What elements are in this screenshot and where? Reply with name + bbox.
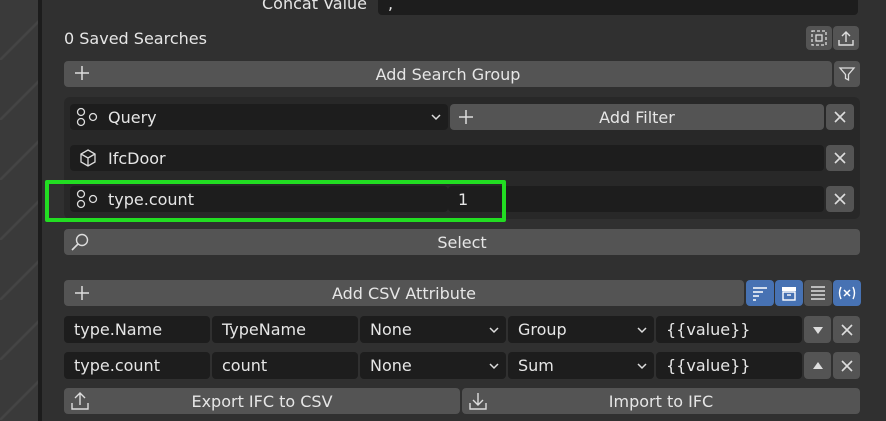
csv-sort-value: None xyxy=(370,356,412,375)
query-mode-label: Query xyxy=(108,107,157,127)
csv-attribute-input[interactable]: type.count xyxy=(64,352,210,379)
csv-format-value: {{value}} xyxy=(666,356,751,375)
csv-attribute-input[interactable]: type.Name xyxy=(64,316,210,343)
sidebar-panel: Concat Value , 0 Saved Searches Add Sear… xyxy=(42,0,886,421)
cube-icon xyxy=(78,148,98,168)
select-button[interactable]: Select xyxy=(64,229,860,255)
query-mode-dropdown[interactable]: Query xyxy=(70,104,448,130)
import-to-ifc-button[interactable]: Import to IFC xyxy=(462,388,860,414)
add-csv-attribute-button[interactable]: Add CSV Attribute xyxy=(64,280,744,306)
load-search-button[interactable] xyxy=(806,26,832,50)
csv-sort-dropdown[interactable]: None xyxy=(360,316,506,343)
chevron-down-icon xyxy=(636,324,648,336)
concat-value-label: Concat Value xyxy=(262,0,367,13)
csv-header-value: TypeName xyxy=(222,320,306,339)
export-icon xyxy=(70,391,90,411)
triangle-up-icon xyxy=(811,359,825,373)
move-up-button[interactable] xyxy=(804,352,831,379)
move-down-button[interactable] xyxy=(804,316,831,343)
chevron-down-icon xyxy=(430,111,442,123)
variable-x-icon xyxy=(836,283,858,303)
funnel-icon xyxy=(838,65,856,83)
sort-toggle[interactable] xyxy=(746,280,774,306)
close-icon xyxy=(833,151,847,165)
plus-icon xyxy=(74,65,90,81)
add-filter-label: Add Filter xyxy=(599,107,675,127)
csv-header-value: count xyxy=(222,356,268,375)
magnifier-icon xyxy=(70,232,90,252)
nodes-icon xyxy=(76,107,100,127)
summary-toggle[interactable] xyxy=(804,280,832,306)
remove-csv-attribute-button[interactable] xyxy=(833,352,860,379)
close-icon xyxy=(840,323,854,337)
csv-format-value: {{value}} xyxy=(666,320,751,339)
chevron-down-icon xyxy=(488,360,500,372)
csv-aggregate-value: Sum xyxy=(518,356,554,375)
csv-sort-dropdown[interactable]: None xyxy=(360,352,506,379)
concat-value-input[interactable]: , xyxy=(378,0,858,15)
csv-header-input[interactable]: count xyxy=(212,352,358,379)
remove-csv-attribute-button[interactable] xyxy=(833,316,860,343)
csv-aggregate-dropdown[interactable]: Sum xyxy=(508,352,654,379)
csv-aggregate-value: Group xyxy=(518,320,567,339)
import-label: Import to IFC xyxy=(608,391,714,411)
chevron-down-icon xyxy=(488,324,500,336)
close-icon xyxy=(840,359,854,373)
triangle-down-icon xyxy=(811,323,825,337)
export-label: Export IFC to CSV xyxy=(191,391,333,411)
csv-format-input[interactable]: {{value}} xyxy=(656,352,802,379)
csv-aggregate-dropdown[interactable]: Group xyxy=(508,316,654,343)
csv-format-input[interactable]: {{value}} xyxy=(656,316,802,343)
remove-search-group-button[interactable] xyxy=(826,104,854,130)
formula-toggle[interactable] xyxy=(833,280,861,306)
select-label: Select xyxy=(437,232,487,252)
list-icon xyxy=(809,284,827,302)
add-search-group-button[interactable]: Add Search Group xyxy=(64,61,832,87)
export-icon xyxy=(837,29,855,47)
3d-viewport-edge xyxy=(0,0,42,421)
remove-filter-count-button[interactable] xyxy=(826,186,854,212)
plus-icon xyxy=(74,285,90,301)
add-csv-attribute-label: Add CSV Attribute xyxy=(331,283,477,303)
saved-searches-label: 0 Saved Searches xyxy=(64,29,207,48)
add-filter-button[interactable]: Add Filter xyxy=(450,104,824,130)
import-icon xyxy=(468,391,488,411)
filter-button[interactable] xyxy=(834,61,860,87)
select-box-icon xyxy=(810,29,828,47)
plus-icon xyxy=(458,109,474,125)
chevron-down-icon xyxy=(636,360,648,372)
add-search-group-label: Add Search Group xyxy=(375,64,521,84)
sort-lines-icon xyxy=(751,284,769,302)
highlight-box xyxy=(45,180,506,222)
export-ifc-to-csv-button[interactable]: Export IFC to CSV xyxy=(64,388,460,414)
archive-icon xyxy=(780,284,798,302)
csv-sort-value: None xyxy=(370,320,412,339)
close-icon xyxy=(833,110,847,124)
close-icon xyxy=(833,192,847,206)
group-toggle[interactable] xyxy=(775,280,803,306)
ifc-class-value: IfcDoor xyxy=(108,148,166,168)
csv-header-input[interactable]: TypeName xyxy=(212,316,358,343)
ifc-class-input[interactable]: IfcDoor xyxy=(70,145,824,171)
concat-value-text: , xyxy=(388,0,394,13)
csv-attribute-value: type.Name xyxy=(74,320,163,339)
save-search-button[interactable] xyxy=(833,26,859,50)
remove-filter-ifcdoor-button[interactable] xyxy=(826,145,854,171)
csv-attribute-value: type.count xyxy=(74,356,160,375)
